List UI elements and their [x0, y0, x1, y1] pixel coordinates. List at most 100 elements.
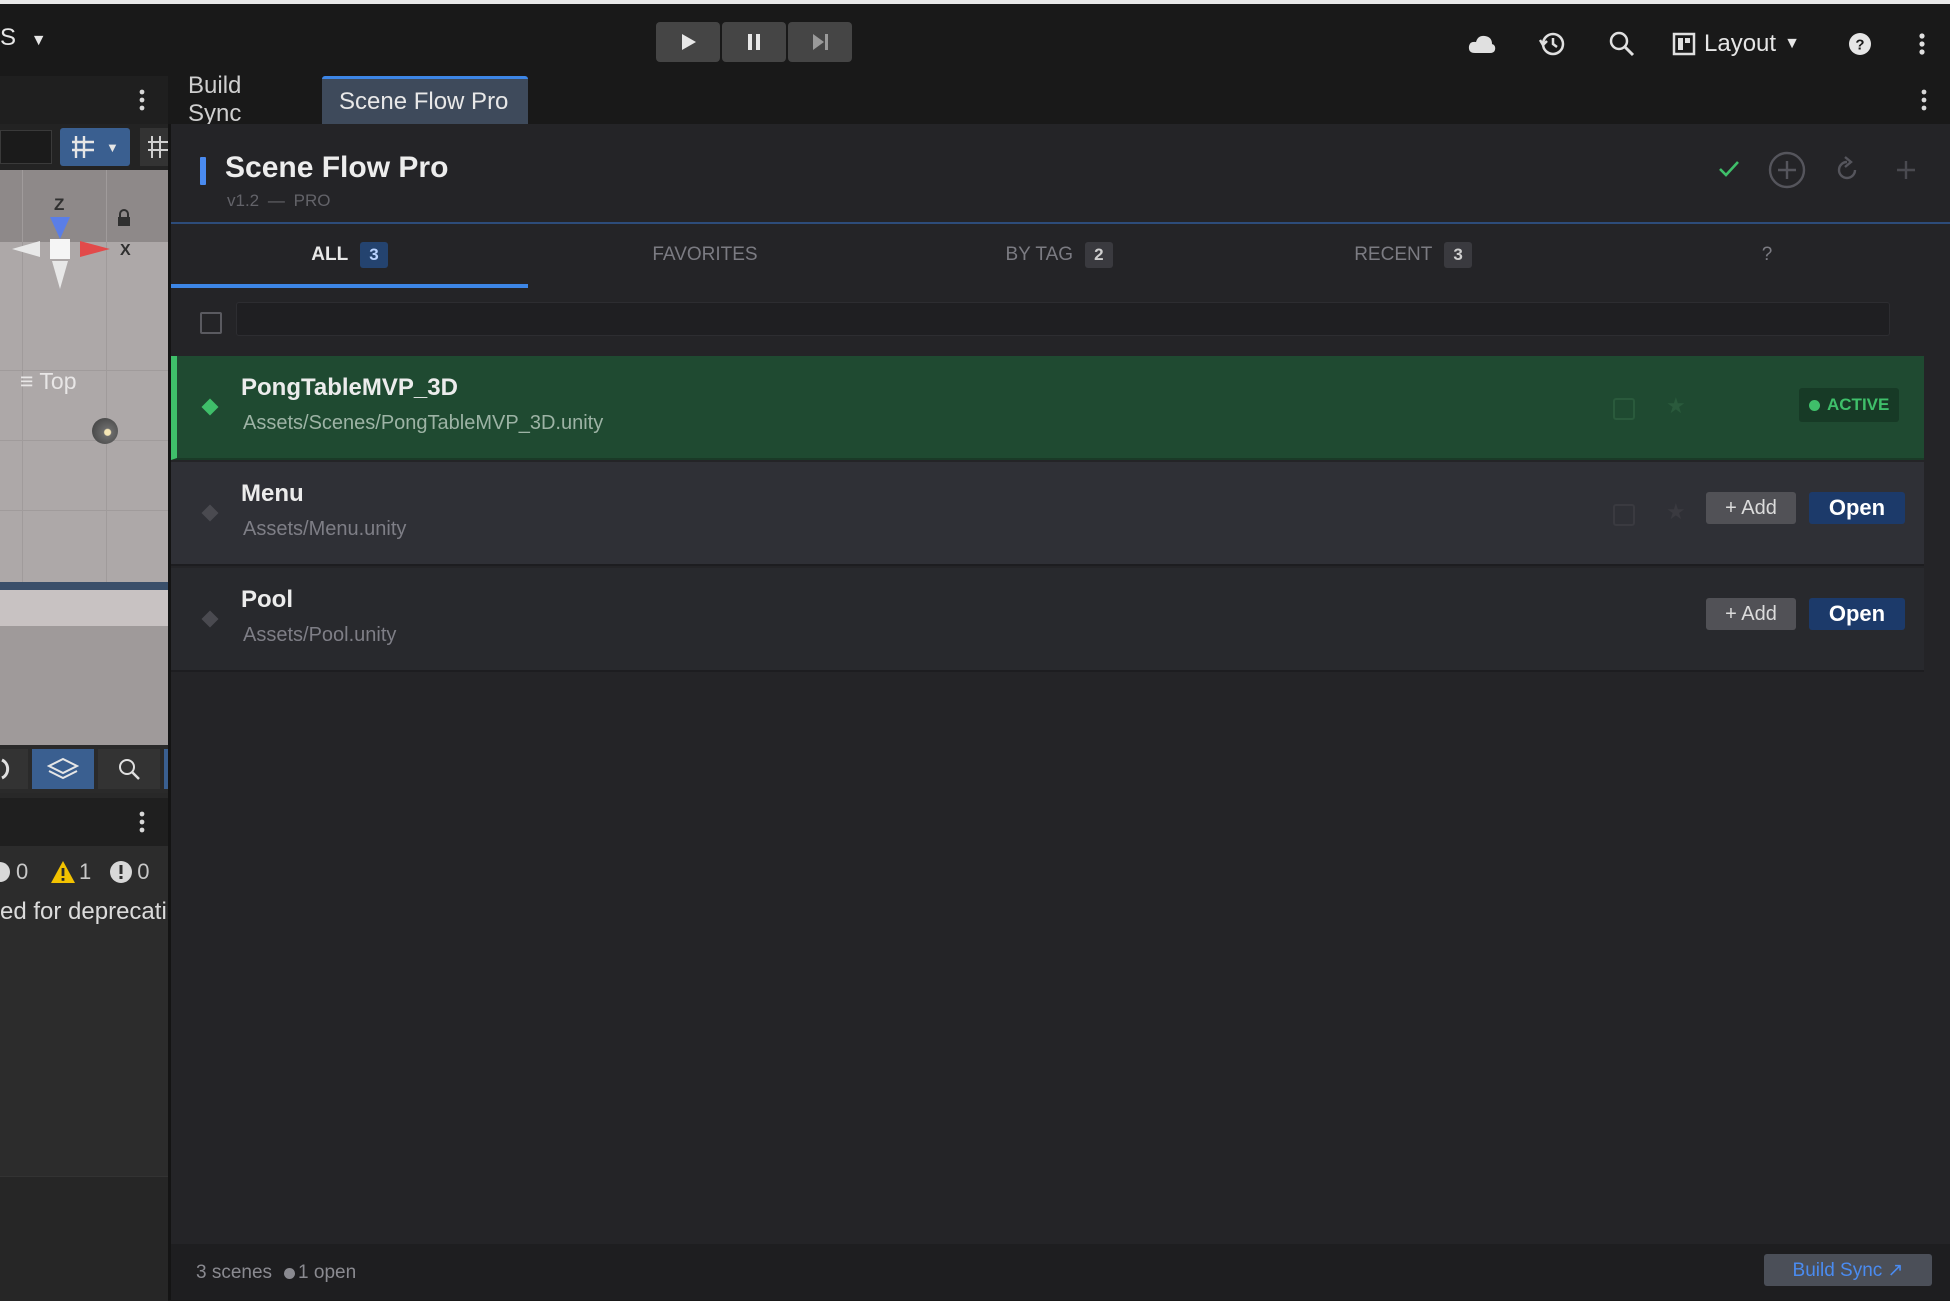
- play-button[interactable]: [656, 22, 720, 62]
- add-scene-button[interactable]: [1767, 150, 1807, 190]
- console-message[interactable]: ed for deprecati: [0, 898, 168, 926]
- layers-button[interactable]: [32, 749, 94, 789]
- active-tab-indicator: [171, 284, 528, 288]
- more-icon: [1919, 33, 1925, 55]
- account-dropdown[interactable]: S ▼: [0, 24, 47, 52]
- grid-snap-button[interactable]: ▼: [60, 128, 130, 166]
- render-mode-button[interactable]: [0, 749, 28, 789]
- page-title: Scene Flow Pro: [225, 151, 449, 184]
- cloud-button[interactable]: [1466, 28, 1498, 60]
- filter-count-badge: 3: [360, 242, 388, 268]
- filter-tabs: ALL 3 FAVORITES BY TAG 2 RECENT 3 ?: [171, 222, 1950, 288]
- menu-icon: ≡: [20, 368, 34, 394]
- pause-button[interactable]: [722, 22, 786, 62]
- info-icon: [0, 862, 10, 882]
- warning-icon: [51, 861, 75, 883]
- edition-label: PRO: [293, 191, 331, 210]
- chevron-down-icon: ▼: [30, 32, 47, 49]
- more-icon[interactable]: [138, 810, 146, 834]
- open-count: 1 open: [284, 1262, 356, 1284]
- title-accent-bar: [200, 157, 206, 185]
- filter-count-badge: 3: [1444, 242, 1472, 268]
- version-label: v1.2: [227, 191, 260, 210]
- info-counter[interactable]: 0: [0, 859, 36, 885]
- favorite-star-icon[interactable]: ★: [1666, 499, 1686, 525]
- filter-tab-by-tag[interactable]: BY TAG 2: [882, 224, 1236, 286]
- step-button[interactable]: [788, 22, 852, 62]
- sidebar-header: [0, 76, 168, 124]
- history-button[interactable]: [1536, 28, 1568, 60]
- build-sync-button[interactable]: Build Sync ↗: [1764, 1254, 1932, 1286]
- more-icon[interactable]: [1920, 88, 1928, 112]
- axis-x-label: X: [120, 242, 131, 259]
- scene-viewport[interactable]: Z X ≡ Top: [0, 170, 168, 745]
- tab-build-sync[interactable]: Build Sync: [171, 72, 306, 127]
- add-scene-button[interactable]: + Add: [1706, 598, 1796, 630]
- orientation-gizmo[interactable]: Z X: [0, 195, 150, 325]
- scene-row-menu[interactable]: Menu Assets/Menu.unity ★ + Add Open: [171, 462, 1924, 566]
- scene-search-field[interactable]: [0, 130, 52, 164]
- scene-row-pool[interactable]: Pool Assets/Pool.unity + Add Open: [171, 568, 1924, 672]
- error-counter[interactable]: 0: [109, 859, 150, 885]
- add-scene-button[interactable]: + Add: [1706, 492, 1796, 524]
- viewport-lower: [0, 626, 168, 745]
- light-gizmo-icon[interactable]: [92, 418, 118, 444]
- scene-search-input[interactable]: [236, 302, 1890, 336]
- open-scene-button[interactable]: Open: [1809, 598, 1905, 630]
- account-label: S: [0, 24, 17, 51]
- grid-snap-icon: [72, 136, 94, 158]
- play-icon: [682, 34, 696, 50]
- viewport-divider: [0, 582, 168, 590]
- plus-icon: [1897, 161, 1915, 179]
- filter-tab-help[interactable]: ?: [1590, 224, 1944, 286]
- step-icon: [813, 34, 828, 50]
- error-icon: [110, 861, 133, 883]
- filter-tab-favorites[interactable]: FAVORITES: [528, 224, 882, 286]
- scene-row-pongtablemvp[interactable]: PongTableMVP_3D Assets/Scenes/PongTableM…: [171, 356, 1924, 460]
- axis-z-label: Z: [54, 195, 65, 214]
- layers-icon: [47, 757, 79, 780]
- scene-path: Assets/Menu.unity: [243, 518, 407, 540]
- select-all-checkbox[interactable]: [200, 312, 222, 334]
- refresh-icon: [1837, 156, 1857, 180]
- filter-tab-all[interactable]: ALL 3: [171, 224, 528, 288]
- scene-path: Assets/Pool.unity: [243, 624, 397, 646]
- scene-icon: [201, 610, 219, 628]
- lock-icon[interactable]: [116, 209, 132, 227]
- view-mode-label[interactable]: ≡ Top: [20, 368, 77, 395]
- favorite-star-icon[interactable]: ★: [1666, 393, 1686, 419]
- playback-controls: [656, 22, 856, 62]
- pause-icon: [748, 34, 760, 50]
- help-icon: ?: [1849, 33, 1871, 55]
- chevron-down-icon: ▼: [106, 139, 119, 155]
- new-button[interactable]: [1892, 156, 1920, 184]
- active-scene-icon: [201, 398, 219, 416]
- warning-counter[interactable]: 1: [50, 859, 91, 885]
- more-icon[interactable]: [138, 88, 146, 112]
- layout-dropdown[interactable]: Layout ▼: [1672, 28, 1800, 60]
- open-scene-button[interactable]: Open: [1809, 492, 1905, 524]
- search-icon: [119, 759, 140, 780]
- scene-toolbar: ▼: [0, 124, 168, 170]
- sidebar-bottom: [0, 1176, 168, 1301]
- scene-name: PongTableMVP_3D: [241, 374, 458, 401]
- refresh-button[interactable]: [1832, 155, 1862, 185]
- scene-select-checkbox[interactable]: [1613, 398, 1635, 420]
- scene-search-button[interactable]: [98, 749, 160, 789]
- filter-tab-recent[interactable]: RECENT 3: [1236, 224, 1590, 286]
- scene-flow-panel: [171, 124, 1950, 1300]
- tab-scene-flow-pro[interactable]: Scene Flow Pro: [322, 76, 528, 124]
- help-button[interactable]: ?: [1844, 28, 1876, 60]
- status-dot-icon: [1809, 399, 1820, 411]
- scene-view-footer: [0, 745, 168, 793]
- chevron-down-icon: ▼: [1784, 35, 1800, 52]
- scene-select-checkbox[interactable]: [1613, 504, 1635, 526]
- console-panel: 0 1 0 ed for deprecati: [0, 846, 168, 1176]
- status-bar: 3 scenes 1 open Build Sync ↗: [171, 1244, 1950, 1300]
- more-button[interactable]: [1906, 28, 1938, 60]
- validate-button[interactable]: [1715, 155, 1743, 183]
- document-tab-strip: Build Sync Scene Flow Pro: [171, 72, 1950, 127]
- search-button[interactable]: [1606, 28, 1638, 60]
- cloud-icon: [1468, 35, 1496, 53]
- grid-toggle-button[interactable]: [140, 128, 168, 166]
